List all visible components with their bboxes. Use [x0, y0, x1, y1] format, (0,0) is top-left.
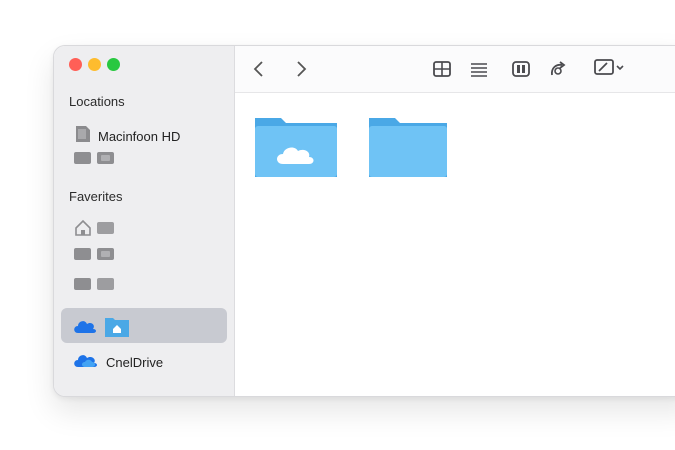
hard-drive-icon	[74, 124, 92, 149]
edit-icon	[593, 58, 615, 81]
folder-icon	[74, 278, 91, 290]
finder-window: Locations Macinfoon HD Faverites CnelDri…	[53, 45, 675, 397]
chevron-right-icon[interactable]	[293, 58, 311, 80]
toolbar	[235, 46, 675, 93]
close-window-button[interactable]	[69, 58, 82, 71]
disk-icon	[97, 152, 114, 164]
cloud-folder-icon	[253, 118, 339, 184]
drive-icon	[97, 278, 114, 290]
briefcase-icon	[97, 248, 114, 260]
zoom-window-button[interactable]	[107, 58, 120, 71]
cloud-icon	[72, 351, 100, 374]
sidebar-item-devices[interactable]	[74, 152, 114, 164]
window-controls	[69, 58, 120, 71]
sidebar: Locations Macinfoon HD Faverites CnelDri…	[54, 46, 235, 396]
desktop-icon	[97, 221, 114, 234]
sidebar-item-cloud-folder[interactable]	[72, 314, 130, 343]
sidebar-item-label: CnelDrive	[106, 355, 164, 370]
sidebar-item-onedrive[interactable]: CnelDrive	[72, 351, 163, 374]
chevron-left-icon[interactable]	[249, 58, 267, 80]
folder[interactable]	[367, 114, 449, 185]
edit-menu-button[interactable]	[587, 58, 631, 80]
grid-view-icon[interactable]	[431, 58, 453, 80]
cloud-icon	[72, 317, 98, 340]
folder-home-icon	[104, 314, 130, 343]
list-view-icon[interactable]	[468, 58, 490, 80]
section-title-locations: Locations	[69, 94, 125, 109]
sidebar-item-documents[interactable]	[74, 248, 114, 260]
chevron-down-icon	[615, 60, 625, 78]
minimize-window-button[interactable]	[88, 58, 101, 71]
cloud-folder[interactable]	[253, 114, 339, 185]
sidebar-item-downloads[interactable]	[74, 278, 114, 290]
section-title-favorites: Faverites	[69, 189, 123, 204]
folder-icon	[367, 118, 449, 184]
folder-icon	[74, 248, 91, 260]
home-icon	[74, 219, 91, 236]
sidebar-item-label: Macinfoon HD	[98, 129, 181, 144]
share-icon[interactable]	[547, 58, 569, 80]
main-content	[235, 46, 675, 396]
sidebar-item-macintosh-hd[interactable]: Macinfoon HD	[74, 124, 180, 149]
device-icon	[74, 152, 91, 164]
sidebar-item-home[interactable]	[74, 219, 114, 236]
column-view-icon[interactable]	[510, 58, 532, 80]
